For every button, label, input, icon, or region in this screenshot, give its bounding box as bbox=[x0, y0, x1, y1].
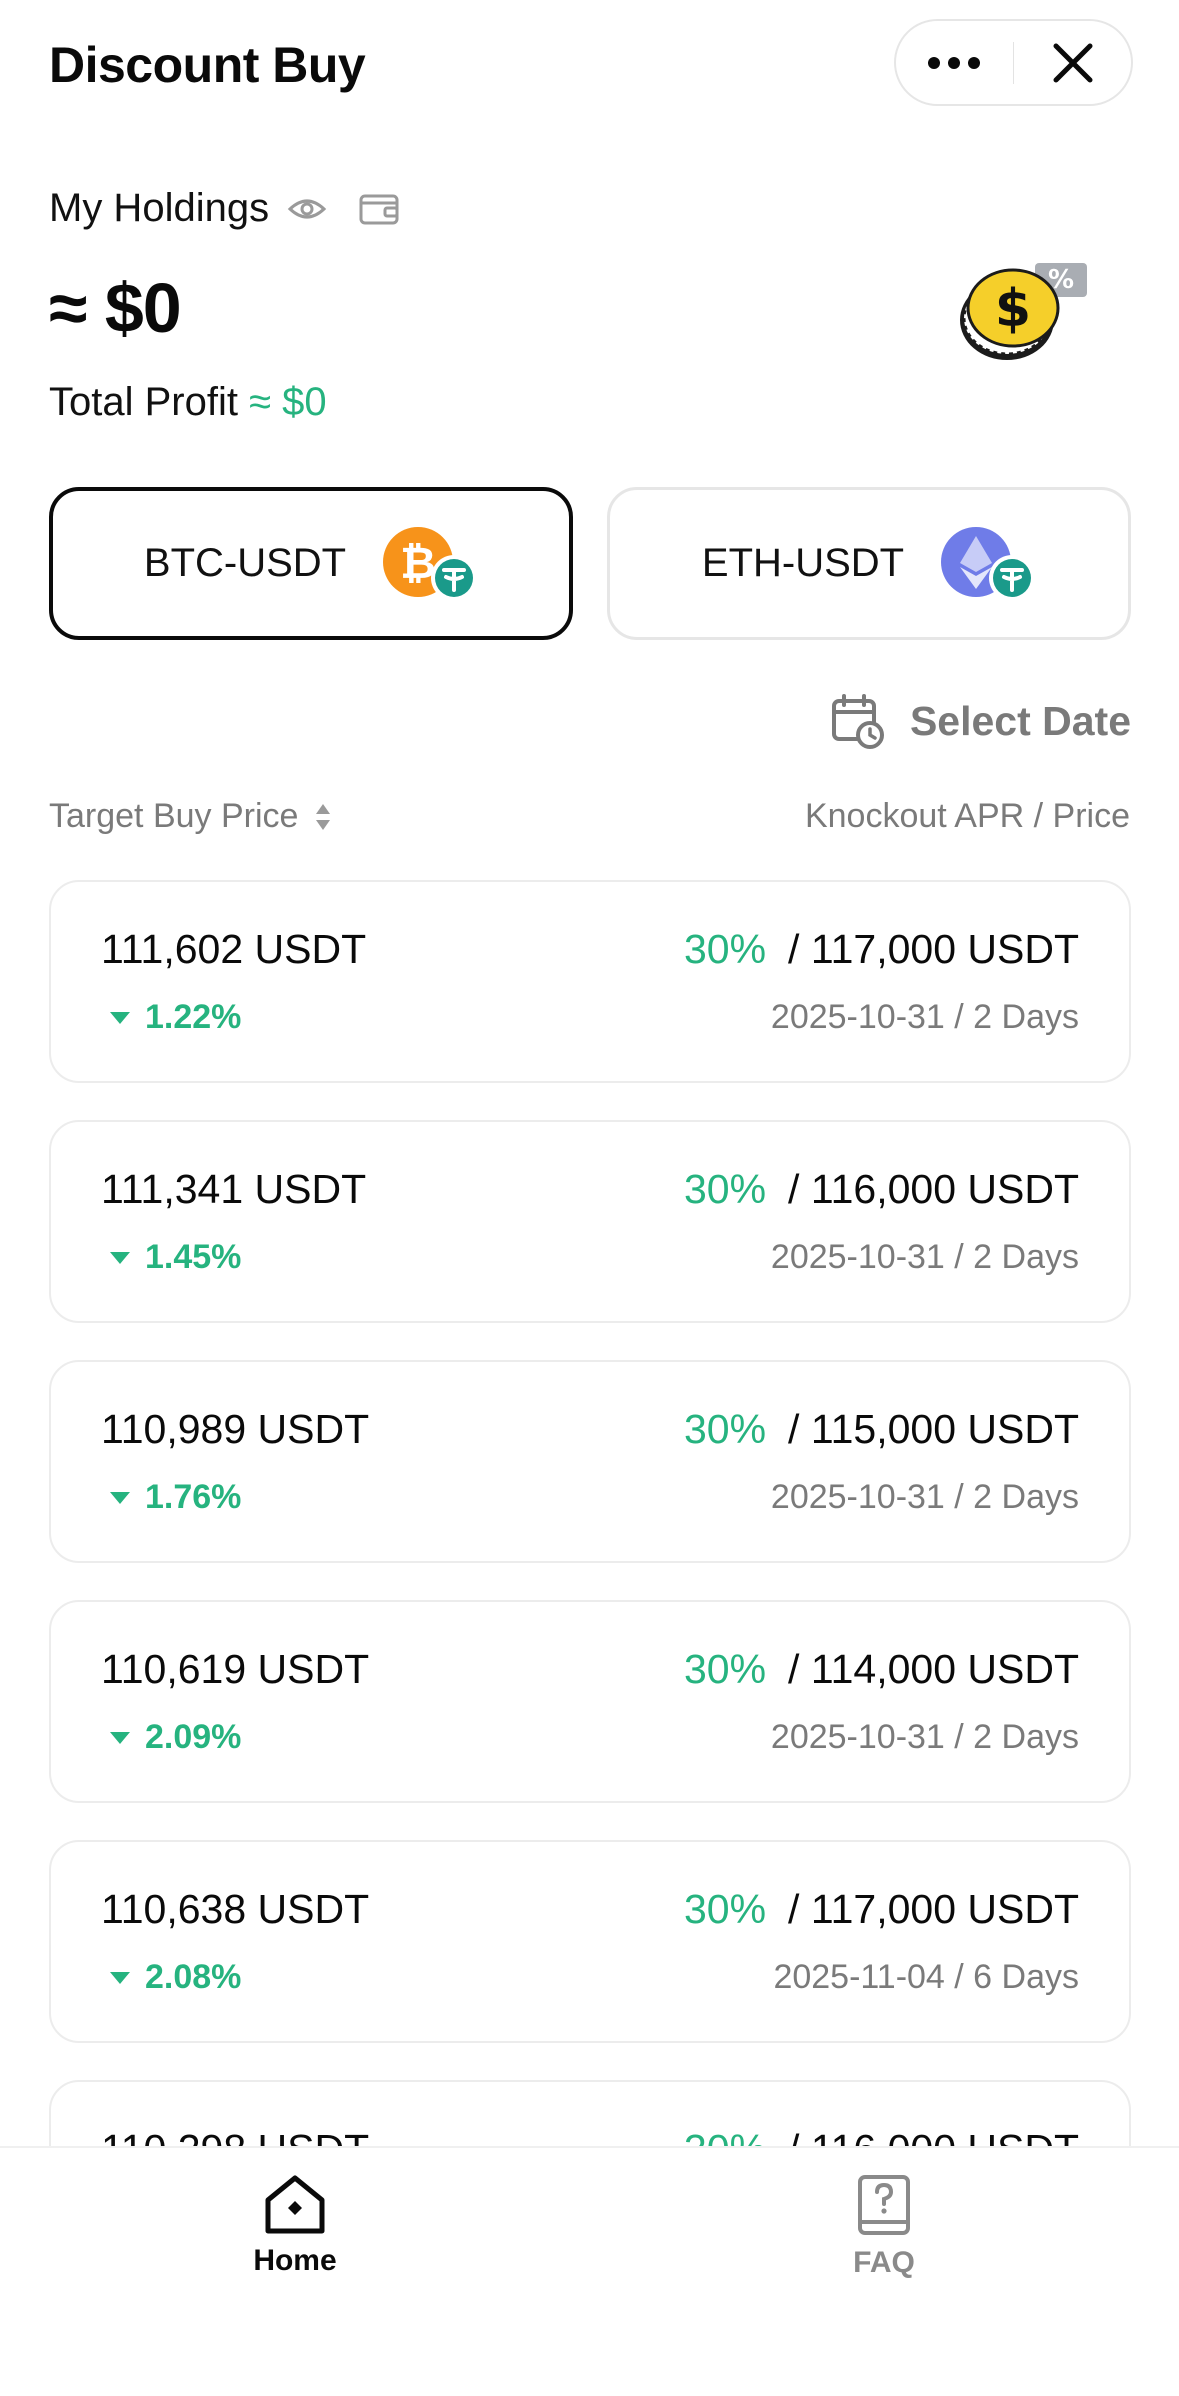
svg-text:₿: ₿ bbox=[400, 538, 436, 589]
price-change: 1.76% bbox=[109, 1478, 241, 1517]
nav-faq[interactable]: FAQ bbox=[784, 2174, 984, 2280]
mini-app-capsule bbox=[894, 19, 1133, 106]
column-header-target-buy-price: Target Buy Price bbox=[49, 797, 299, 835]
knockout-price: / 117,000 USDT bbox=[788, 1886, 1079, 1932]
apr-knockout: 30% / 116,000 USDT bbox=[684, 2126, 1079, 2146]
total-profit-row: Total Profit ≈ $0 bbox=[49, 380, 327, 425]
total-profit-label: Total Profit bbox=[49, 380, 238, 424]
btc-usdt-coin-pair: ₿ bbox=[382, 526, 478, 602]
apr-value: 30% bbox=[683, 1646, 767, 1692]
pair-label: BTC-USDT bbox=[143, 541, 347, 585]
down-triangle-icon bbox=[110, 1011, 130, 1024]
apr-knockout: 30% / 116,000 USDT bbox=[684, 1166, 1079, 1213]
holdings-label-row: My Holdings bbox=[49, 186, 399, 231]
change-percent: 1.76% bbox=[145, 1478, 242, 1516]
header: Discount Buy bbox=[0, 0, 1179, 140]
pair-btc-usdt[interactable]: BTC-USDT ₿ bbox=[49, 487, 573, 640]
nav-faq-label: FAQ bbox=[853, 2246, 915, 2279]
price-change: 2.08% bbox=[109, 1958, 241, 1997]
wallet-button[interactable] bbox=[359, 192, 399, 226]
faq-book-icon bbox=[858, 2175, 910, 2235]
more-button[interactable] bbox=[896, 21, 1013, 104]
expiry-date: 2025-11-04 / 6 Days bbox=[773, 1958, 1079, 1996]
column-header-knockout: Knockout APR / Price bbox=[804, 797, 1130, 835]
expiry-date: 2025-10-31 / 2 Days bbox=[770, 1478, 1079, 1516]
bottom-nav: Home FAQ bbox=[0, 2146, 1179, 2396]
offer-card[interactable]: 110,298 USDT 30% / 116,000 USDT bbox=[49, 2080, 1131, 2146]
target-buy-price: 111,341 USDT bbox=[101, 1166, 367, 1212]
apr-value: 30% bbox=[683, 1406, 767, 1452]
change-percent: 1.45% bbox=[145, 1238, 242, 1276]
offer-card[interactable]: 111,341 USDT 1.45% 30% / 116,000 USDT 20… bbox=[49, 1120, 1131, 1323]
down-triangle-icon bbox=[110, 1491, 130, 1504]
knockout-price: / 114,000 USDT bbox=[788, 1646, 1079, 1692]
change-percent: 1.22% bbox=[145, 998, 242, 1036]
price-change: 1.22% bbox=[109, 998, 241, 1037]
target-buy-price: 111,602 USDT bbox=[101, 926, 367, 972]
knockout-price: / 116,000 USDT bbox=[788, 2126, 1079, 2146]
target-buy-price: 110,638 USDT bbox=[101, 1886, 370, 1932]
apr-value: 30% bbox=[683, 1886, 767, 1932]
home-icon bbox=[265, 2175, 325, 2234]
pair-label: ETH-USDT bbox=[701, 541, 905, 585]
offer-card[interactable]: 110,619 USDT 2.09% 30% / 114,000 USDT 20… bbox=[49, 1600, 1131, 1803]
knockout-price: / 115,000 USDT bbox=[788, 1406, 1079, 1452]
apr-knockout: 30% / 117,000 USDT bbox=[684, 1886, 1079, 1933]
toggle-visibility-button[interactable] bbox=[287, 195, 327, 223]
offer-card[interactable]: 110,638 USDT 2.08% 30% / 117,000 USDT 20… bbox=[49, 1840, 1131, 2043]
more-dots-icon bbox=[928, 56, 981, 69]
target-buy-price: 110,619 USDT bbox=[101, 1646, 370, 1692]
expiry-date: 2025-10-31 / 2 Days bbox=[770, 1718, 1079, 1756]
holdings-label: My Holdings bbox=[49, 186, 270, 230]
wallet-icon bbox=[359, 194, 399, 224]
apr-value: 30% bbox=[684, 2126, 766, 2146]
apr-value: 30% bbox=[683, 1166, 767, 1212]
apr-value: 30% bbox=[683, 926, 767, 972]
apr-knockout: 30% / 115,000 USDT bbox=[684, 1406, 1079, 1453]
offer-card[interactable]: 111,602 USDT 1.22% 30% / 117,000 USDT 20… bbox=[49, 880, 1131, 1083]
holdings-value: ≈ $0 bbox=[49, 269, 182, 347]
svg-text:$: $ bbox=[995, 279, 1031, 339]
select-date-label: Select Date bbox=[909, 697, 1131, 744]
apr-knockout: 30% / 114,000 USDT bbox=[684, 1646, 1079, 1693]
close-button[interactable] bbox=[1014, 21, 1131, 104]
close-icon bbox=[1053, 43, 1093, 82]
change-percent: 2.08% bbox=[145, 1958, 242, 1996]
price-change: 1.45% bbox=[109, 1238, 241, 1277]
discount-buy-page: Discount Buy My Holdings ≈ $0 Total Prof… bbox=[0, 0, 1179, 2396]
select-date-button[interactable]: Select Date bbox=[830, 693, 1131, 749]
page-title: Discount Buy bbox=[49, 37, 366, 93]
total-profit-value: ≈ $0 bbox=[249, 380, 327, 424]
target-buy-price: 110,298 USDT bbox=[101, 2126, 369, 2146]
eye-icon bbox=[287, 199, 327, 218]
apr-knockout: 30% / 117,000 USDT bbox=[684, 926, 1079, 973]
discount-coin-icon: % $ bbox=[960, 263, 1087, 360]
expiry-date: 2025-10-31 / 2 Days bbox=[770, 1238, 1079, 1276]
knockout-price: / 116,000 USDT bbox=[788, 1166, 1079, 1212]
expiry-date: 2025-10-31 / 2 Days bbox=[770, 998, 1079, 1036]
calendar-clock-icon bbox=[831, 694, 884, 749]
sort-target-buy-price[interactable]: Target Buy Price bbox=[49, 797, 332, 836]
knockout-price: / 117,000 USDT bbox=[788, 926, 1079, 972]
offer-list: 111,602 USDT 1.22% 30% / 117,000 USDT 20… bbox=[0, 870, 1179, 2146]
change-percent: 2.09% bbox=[145, 1718, 242, 1756]
price-change: 2.09% bbox=[109, 1718, 241, 1757]
down-triangle-icon bbox=[110, 1251, 130, 1264]
offer-card[interactable]: 110,989 USDT 1.76% 30% / 115,000 USDT 20… bbox=[49, 1360, 1131, 1563]
nav-home-label: Home bbox=[253, 2244, 337, 2277]
eth-usdt-coin-pair bbox=[940, 526, 1036, 602]
pair-eth-usdt[interactable]: ETH-USDT bbox=[607, 487, 1131, 640]
eth-icon bbox=[941, 526, 1036, 601]
down-triangle-icon bbox=[110, 1971, 130, 1984]
down-triangle-icon bbox=[110, 1731, 130, 1744]
nav-home[interactable]: Home bbox=[195, 2174, 395, 2278]
target-buy-price: 110,989 USDT bbox=[101, 1406, 370, 1452]
sort-icon bbox=[316, 803, 331, 830]
btc-icon: ₿ bbox=[383, 526, 478, 601]
